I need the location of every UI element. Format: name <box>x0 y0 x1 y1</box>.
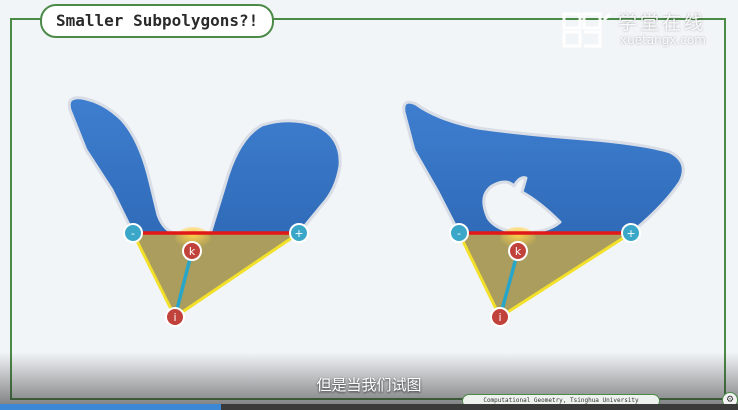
left-i-label: i <box>173 311 176 324</box>
left-plus-label: + <box>294 227 303 240</box>
xuetangx-watermark: 学堂在线 xuetangx.com <box>560 6 730 54</box>
xuetangx-logo-icon <box>562 12 612 48</box>
right-k-label: k <box>515 245 522 258</box>
video-subtitle: 但是当我们试图 <box>316 376 422 394</box>
left-triangle <box>133 233 299 317</box>
right-i-label: i <box>498 311 501 324</box>
right-figure: - + k i <box>402 100 685 327</box>
watermark-chinese-text: 学堂在线 <box>618 12 707 34</box>
slide: Smaller Subpolygons?! - + k i - + k i 学堂… <box>0 0 738 410</box>
watermark-domain-text: xuetangx.com <box>620 33 706 47</box>
video-progress-bar[interactable] <box>0 404 738 410</box>
right-triangle <box>459 233 631 317</box>
right-minus-label: - <box>457 227 461 240</box>
left-k-label: k <box>189 245 196 258</box>
video-progress-fill <box>0 404 222 410</box>
figures-canvas: - + k i - + k i <box>67 96 685 327</box>
left-minus-label: - <box>131 227 135 240</box>
left-figure: - + k i <box>67 96 342 327</box>
right-plus-label: + <box>626 227 635 240</box>
left-polygon <box>67 96 342 236</box>
